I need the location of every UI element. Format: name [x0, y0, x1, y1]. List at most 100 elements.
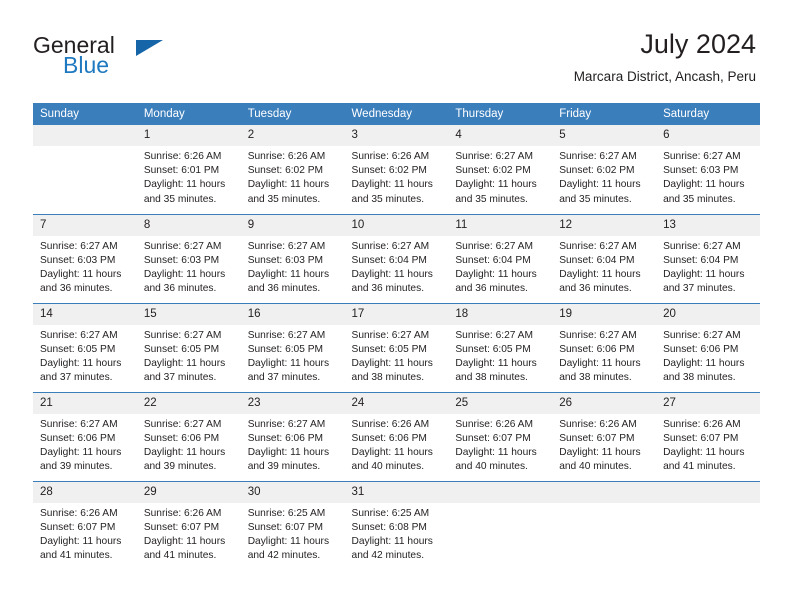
- day-info: Sunrise: 6:27 AM Sunset: 6:06 PM Daylight:…: [552, 325, 656, 386]
- daylight-text-line1: Daylight: 11 hours: [40, 268, 122, 280]
- day-cell[interactable]: 14 Sunrise: 6:27 AM Sunset: 6:05 PM Dayligh…: [33, 302, 137, 392]
- daylight-text-line2: and 40 minutes.: [351, 461, 425, 473]
- day-number: 29: [136, 481, 241, 503]
- day-cell-inner: 9 Sunrise: 6:27 AM Sunset: 6:03 PM Daylight…: [240, 214, 345, 303]
- day-cell[interactable]: 30 Sunrise: 6:25 AM Sunset: 6:07 PM Dayligh…: [240, 480, 345, 571]
- day-info: Sunrise: 6:27 AM Sunset: 6:06 PM Daylight:…: [137, 414, 241, 475]
- day-cell[interactable]: 28 Sunrise: 6:26 AM Sunset: 6:07 PM Dayligh…: [33, 480, 137, 570]
- brand-logo[interactable]: General Blue: [33, 33, 263, 81]
- day-cell[interactable]: 12 Sunrise: 6:27 AM Sunset: 6:04 PM Dayligh…: [552, 213, 657, 303]
- day-cell[interactable]: 25 Sunrise: 6:26 AM Sunset: 6:07 PM Dayligh…: [448, 391, 553, 481]
- day-info: Sunrise: 6:27 AM Sunset: 6:06 PM Daylight:…: [656, 325, 760, 386]
- day-cell[interactable]: 9 Sunrise: 6:27 AM Sunset: 6:03 PM Daylight…: [240, 213, 345, 303]
- day-cell-inner: 11 Sunrise: 6:27 AM Sunset: 6:04 PM Dayligh…: [448, 214, 553, 303]
- sunset-text: Sunset: 6:07 PM: [663, 432, 739, 444]
- day-cell[interactable]: 10 Sunrise: 6:27 AM Sunset: 6:04 PM Dayligh…: [344, 213, 449, 303]
- sunrise-text: Sunrise: 6:26 AM: [143, 151, 222, 162]
- day-cell[interactable]: 29 Sunrise: 6:26 AM Sunset: 6:07 PM Dayligh…: [136, 480, 241, 570]
- day-cell[interactable]: 5 Sunrise: 6:27 AM Sunset: 6:02 PM Daylight…: [552, 125, 657, 214]
- day-cell-inner: 7 Sunrise: 6:27 AM Sunset: 6:03 PM Daylight…: [33, 214, 137, 303]
- day-info: Sunrise: 6:27 AM Sunset: 6:04 PM Daylight:…: [448, 236, 552, 297]
- day-cell[interactable]: 19 Sunrise: 6:27 AM Sunset: 6:06 PM Dayligh…: [552, 302, 657, 392]
- sunrise-text: Sunrise: 6:27 AM: [663, 240, 741, 252]
- day-cell[interactable]: 8 Sunrise: 6:27 AM Sunset: 6:03 PM Daylight…: [136, 213, 241, 303]
- sunrise-text: Sunrise: 6:27 AM: [40, 240, 118, 252]
- day-number: 14: [33, 303, 137, 325]
- day-cell[interactable]: 22 Sunrise: 6:27 AM Sunset: 6:06 PM Dayligh…: [136, 391, 241, 481]
- day-info: Sunrise: 6:27 AM Sunset: 6:03 PM Daylight:…: [241, 236, 345, 297]
- day-cell[interactable]: 18 Sunrise: 6:27 AM Sunset: 6:05 PM Dayligh…: [448, 302, 553, 392]
- day-cell[interactable]: 24 Sunrise: 6:26 AM Sunset: 6:06 PM Dayligh…: [344, 391, 449, 481]
- day-info: Sunrise: 6:26 AM Sunset: 6:02 PM Daylight:…: [345, 146, 449, 207]
- day-info: Sunrise: 6:26 AM Sunset: 6:07 PM Daylight:…: [137, 503, 241, 564]
- daylight-text-line2: and 40 minutes.: [559, 461, 632, 473]
- daylight-text-line1: Daylight: 11 hours: [559, 268, 641, 280]
- day-cell[interactable]: 20 Sunrise: 6:27 AM Sunset: 6:06 PM Dayligh…: [656, 302, 760, 392]
- daylight-text-line1: Daylight: 11 hours: [559, 446, 641, 458]
- daylight-text-line1: Daylight: 11 hours: [40, 357, 122, 369]
- day-cell[interactable]: 21 Sunrise: 6:27 AM Sunset: 6:06 PM Dayligh…: [33, 391, 137, 481]
- day-number: 2: [240, 125, 345, 146]
- sunrise-text: Sunrise: 6:27 AM: [143, 240, 222, 252]
- daylight-text-line1: Daylight: 11 hours: [143, 179, 226, 191]
- day-cell[interactable]: 2 Sunrise: 6:26 AM Sunset: 6:02 PM Daylight…: [240, 125, 345, 214]
- day-cell[interactable]: 3 Sunrise: 6:26 AM Sunset: 6:02 PM Daylight…: [344, 125, 449, 214]
- day-cell-inner: 30 Sunrise: 6:25 AM Sunset: 6:07 PM Dayligh…: [240, 481, 345, 571]
- calendar-week-row: 21 Sunrise: 6:27 AM Sunset: 6:06 PM Dayligh…: [33, 391, 760, 481]
- day-cell[interactable]: 11 Sunrise: 6:27 AM Sunset: 6:04 PM Dayligh…: [448, 213, 553, 303]
- sunset-text: Sunset: 6:02 PM: [247, 165, 324, 177]
- weekday-header-wednesday: Wednesday: [344, 103, 449, 125]
- day-number: 9: [240, 214, 345, 236]
- daylight-text-line1: Daylight: 11 hours: [247, 357, 330, 369]
- title-block: July 2024 Marcara District, Ancash, Peru: [574, 28, 756, 87]
- day-cell[interactable]: 13 Sunrise: 6:27 AM Sunset: 6:04 PM Dayligh…: [656, 213, 760, 303]
- day-number: 30: [240, 481, 345, 503]
- daylight-text-line2: and 35 minutes.: [663, 193, 736, 205]
- day-number: 25: [448, 392, 553, 414]
- day-info: Sunrise: 6:26 AM Sunset: 6:01 PM Daylight:…: [137, 146, 241, 207]
- day-info: Sunrise: 6:27 AM Sunset: 6:02 PM Daylight:…: [448, 146, 552, 207]
- day-number: [656, 481, 760, 503]
- day-cell[interactable]: 17 Sunrise: 6:27 AM Sunset: 6:05 PM Dayligh…: [344, 302, 449, 392]
- day-cell[interactable]: 23 Sunrise: 6:27 AM Sunset: 6:06 PM Dayligh…: [240, 391, 345, 481]
- day-cell[interactable]: 15 Sunrise: 6:27 AM Sunset: 6:05 PM Dayligh…: [136, 302, 241, 392]
- sunset-text: Sunset: 6:04 PM: [663, 254, 739, 266]
- sunset-text: Sunset: 6:05 PM: [351, 343, 427, 355]
- day-number: 27: [656, 392, 760, 414]
- day-cell[interactable]: 4 Sunrise: 6:27 AM Sunset: 6:02 PM Daylight…: [448, 125, 553, 214]
- day-cell[interactable]: 31 Sunrise: 6:25 AM Sunset: 6:08 PM Dayligh…: [344, 480, 449, 570]
- daylight-text-line1: Daylight: 11 hours: [143, 357, 226, 369]
- sunrise-text: Sunrise: 6:25 AM: [247, 507, 326, 519]
- daylight-text-line1: Daylight: 11 hours: [247, 268, 330, 280]
- day-cell[interactable]: 16 Sunrise: 6:27 AM Sunset: 6:05 PM Dayligh…: [240, 302, 345, 392]
- day-cell[interactable]: 26 Sunrise: 6:26 AM Sunset: 6:07 PM Dayligh…: [552, 391, 657, 481]
- calendar-week-row: 28 Sunrise: 6:26 AM Sunset: 6:07 PM Dayligh…: [33, 480, 760, 571]
- sunrise-text: Sunrise: 6:27 AM: [559, 329, 637, 341]
- sunrise-text: Sunrise: 6:27 AM: [455, 329, 533, 341]
- daylight-text-line1: Daylight: 11 hours: [351, 446, 433, 458]
- day-cell[interactable]: 6 Sunrise: 6:27 AM Sunset: 6:03 PM Daylight…: [656, 125, 760, 214]
- day-number: 3: [344, 125, 449, 146]
- sunset-text: Sunset: 6:06 PM: [351, 432, 427, 444]
- daylight-text-line2: and 42 minutes.: [247, 550, 321, 562]
- calendar-week-row: 7 Sunrise: 6:27 AM Sunset: 6:03 PM Daylight…: [33, 213, 760, 303]
- day-cell[interactable]: 1 Sunrise: 6:26 AM Sunset: 6:01 PM Daylight…: [136, 125, 241, 214]
- sunrise-text: Sunrise: 6:25 AM: [351, 507, 430, 519]
- sunset-text: Sunset: 6:07 PM: [559, 432, 635, 444]
- daylight-text-line1: Daylight: 11 hours: [663, 357, 745, 369]
- daylight-text-line1: Daylight: 11 hours: [455, 357, 537, 369]
- triangle-icon: [136, 40, 163, 56]
- sunrise-text: Sunrise: 6:26 AM: [663, 418, 741, 430]
- day-cell[interactable]: 27 Sunrise: 6:26 AM Sunset: 6:07 PM Dayligh…: [656, 391, 760, 481]
- daylight-text-line1: Daylight: 11 hours: [663, 446, 745, 458]
- daylight-text-line1: Daylight: 11 hours: [143, 268, 226, 280]
- sunset-text: Sunset: 6:06 PM: [559, 343, 635, 355]
- sunrise-text: Sunrise: 6:27 AM: [247, 240, 326, 252]
- daylight-text-line2: and 42 minutes.: [351, 550, 425, 562]
- day-cell[interactable]: 7 Sunrise: 6:27 AM Sunset: 6:03 PM Daylight…: [33, 213, 137, 303]
- sunset-text: Sunset: 6:03 PM: [247, 254, 324, 266]
- sunrise-text: Sunrise: 6:27 AM: [143, 418, 222, 430]
- day-info: Sunrise: 6:27 AM Sunset: 6:05 PM Daylight:…: [345, 325, 449, 386]
- daylight-text-line1: Daylight: 11 hours: [559, 179, 641, 191]
- day-number: 8: [136, 214, 241, 236]
